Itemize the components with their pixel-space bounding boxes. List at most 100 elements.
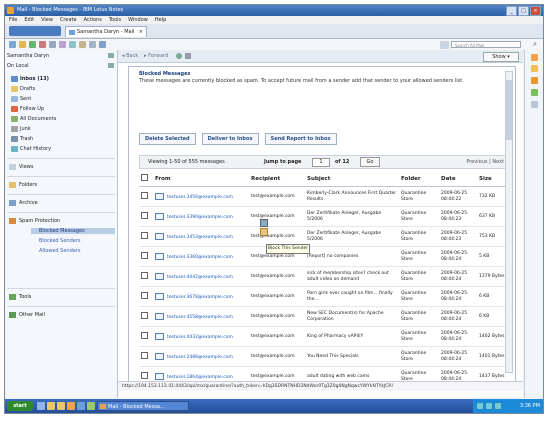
row-checkbox[interactable] [141, 272, 148, 279]
sender-link[interactable]: testuser.3390@example.com [167, 215, 233, 220]
page-input[interactable]: 1 [312, 158, 330, 167]
sidebar-item-allowed-senders[interactable]: Allowed Senders [39, 248, 81, 254]
todo-icon[interactable] [531, 89, 538, 96]
row-checkbox[interactable] [141, 352, 148, 359]
subject-cell[interactable]: King of Pharmacy vAP4iY [305, 326, 399, 347]
contacts-icon[interactable] [531, 77, 538, 84]
menu-file[interactable]: File [9, 16, 17, 24]
account-name[interactable]: Samantha Daryn [7, 53, 49, 59]
menu-tools[interactable]: Tools [109, 16, 121, 24]
select-all-checkbox[interactable] [141, 174, 148, 181]
column-header-subject[interactable]: Subject [305, 171, 399, 187]
home-icon[interactable] [531, 54, 538, 61]
tray-icon[interactable] [486, 403, 492, 409]
go-button[interactable]: Go [360, 157, 380, 167]
open-icon[interactable] [19, 41, 26, 48]
menu-help[interactable]: Help [155, 16, 166, 24]
start-button[interactable]: start [7, 401, 33, 411]
table-row[interactable]: testuser.4442@example.com test@example.co… [139, 266, 511, 287]
quicklaunch-icon[interactable] [57, 402, 65, 410]
maximize-button[interactable]: □ [518, 6, 529, 16]
copy-icon[interactable] [89, 41, 96, 48]
sidebar-section-spam[interactable]: Spam Protection [7, 215, 115, 227]
calendar-icon[interactable] [531, 65, 538, 72]
search-input[interactable]: Search All Mail [440, 41, 521, 49]
subject-cell[interactable]: Der Zertifikate Anleger, Ausgabe 5/2006 [305, 206, 399, 227]
sender-link[interactable]: testuser.2486@example.com [167, 355, 233, 360]
account-menu-icon[interactable] [108, 53, 114, 58]
sidebar-item-trash[interactable]: Trash [11, 136, 33, 142]
forward-button[interactable]: ▸ Forward [144, 50, 168, 62]
tab-mail[interactable]: Samantha Daryn - Mail × [65, 26, 147, 37]
tray-icon[interactable] [477, 403, 483, 409]
select-all-header[interactable] [139, 171, 153, 187]
location-icon[interactable] [108, 63, 114, 68]
sidebar-section-folders[interactable]: Folders [7, 179, 115, 191]
row-checkbox[interactable] [141, 332, 148, 339]
sidebar-item-follow-up[interactable]: Follow Up [11, 106, 44, 112]
prev-next-links[interactable]: Previous | Next [466, 156, 504, 168]
subject-cell[interactable]: Der Zertifikate Anleger, Ausgabe 5/2006 [305, 226, 399, 247]
column-header-recipient[interactable]: Recipient [249, 171, 305, 187]
table-row[interactable]: testuser.3678@example.com test@example.co… [139, 286, 511, 307]
subject-cell[interactable]: sick of membership sites? check out adul… [305, 266, 399, 287]
tab-close-icon[interactable]: × [139, 27, 143, 38]
row-checkbox[interactable] [141, 212, 148, 219]
table-row[interactable]: testuser.3453@example.com test@example.co… [139, 226, 511, 247]
taskbar-mail-button[interactable]: Mail - Blocked Messa... [97, 401, 189, 411]
menu-window[interactable]: Window [128, 16, 148, 24]
sidebar-item-sent[interactable]: Sent [11, 96, 31, 102]
sidebar-item-chat-history[interactable]: Chat History [11, 146, 51, 152]
quicklaunch-icon[interactable] [67, 402, 75, 410]
menu-view[interactable]: View [41, 16, 53, 24]
quicklaunch-icon[interactable] [47, 402, 55, 410]
menu-edit[interactable]: Edit [24, 16, 34, 24]
table-row[interactable]: testuser.4432@example.com test@example.co… [139, 326, 511, 347]
close-button[interactable]: × [530, 6, 541, 16]
sidebar-section-tools[interactable]: Tools [7, 291, 115, 303]
sender-link[interactable]: testuser.4558@example.com [167, 315, 233, 320]
column-header-date[interactable]: Date [439, 171, 477, 187]
row-checkbox[interactable] [141, 372, 148, 379]
sidebar-item-drafts[interactable]: Drafts [11, 86, 35, 92]
subject-cell[interactable]: Kimberly-Clark Announces First Quarter R… [305, 186, 399, 207]
sender-link[interactable]: testuser.4432@example.com [167, 335, 233, 340]
print-icon[interactable] [69, 41, 76, 48]
row-checkbox[interactable] [141, 292, 148, 299]
sidebar-item-junk[interactable]: Junk [11, 126, 31, 132]
account-location[interactable]: On Local [7, 63, 29, 69]
scrollbar-thumb[interactable] [506, 80, 512, 140]
block-sender-icon[interactable] [260, 228, 268, 236]
table-row[interactable]: testuser.3390@example.com test@example.co… [139, 206, 511, 227]
sidebar-item-blocked-senders[interactable]: Blocked Senders [39, 238, 81, 244]
refresh-icon[interactable] [29, 41, 36, 48]
table-row[interactable]: testuser.4558@example.com test@example.co… [139, 306, 511, 327]
back-button[interactable]: ◂ Back [122, 50, 138, 62]
sidebar-item-blocked-messages[interactable]: Blocked Messages [31, 228, 115, 234]
edit-icon[interactable] [49, 41, 56, 48]
sametime-icon[interactable] [531, 101, 538, 108]
tray-icon[interactable] [495, 403, 501, 409]
refresh-icon[interactable] [176, 53, 182, 59]
deliver-to-inbox-button[interactable]: Deliver to Inbox [201, 133, 259, 145]
bookmark-icon[interactable] [185, 53, 191, 59]
delete-selected-button[interactable]: Delete Selected [139, 133, 196, 145]
row-checkbox[interactable] [141, 192, 148, 199]
row-checkbox[interactable] [141, 232, 148, 239]
row-checkbox[interactable] [141, 252, 148, 259]
stop-icon[interactable] [39, 41, 46, 48]
subject-cell[interactable]: [Report] no companies [305, 246, 399, 267]
tools-icon[interactable] [99, 41, 106, 48]
search-icon[interactable]: ⌕ [533, 40, 537, 49]
sidebar-section-views[interactable]: Views [7, 161, 115, 173]
home-tab[interactable] [9, 26, 61, 36]
sender-link[interactable]: testuser.1864@example.com [167, 375, 233, 380]
sender-link[interactable]: testuser.3456@example.com [167, 195, 233, 200]
subject-cell[interactable]: Porn girls ever caught on film... finall… [305, 286, 399, 307]
vertical-scrollbar[interactable] [505, 71, 513, 373]
quicklaunch-icon[interactable] [77, 402, 85, 410]
save-icon[interactable] [79, 41, 86, 48]
column-header-folder[interactable]: Folder [399, 171, 439, 187]
menu-create[interactable]: Create [60, 16, 77, 24]
subject-cell[interactable]: You Need This Specials [305, 346, 399, 367]
